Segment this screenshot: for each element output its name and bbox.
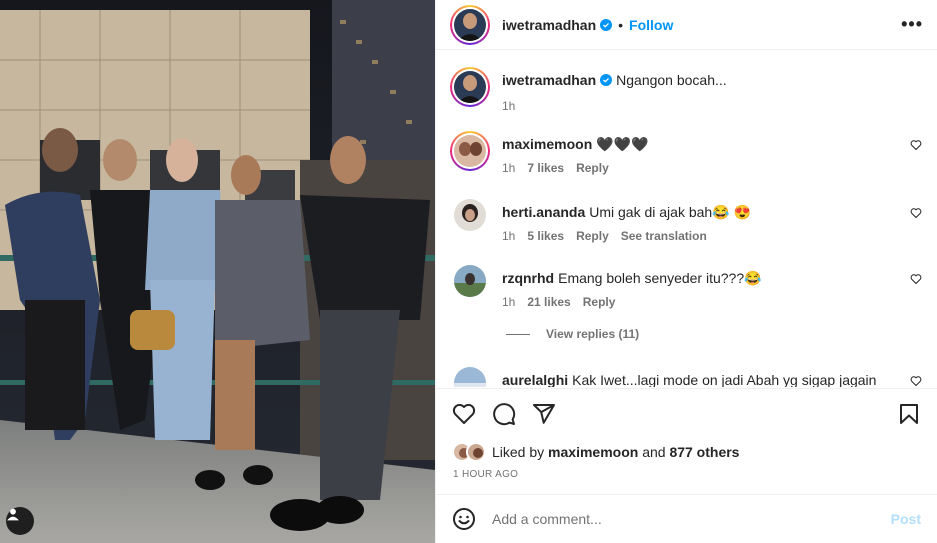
comment-username[interactable]: maximemoon bbox=[502, 136, 592, 152]
comment-icon[interactable] bbox=[492, 402, 516, 426]
reply-button[interactable]: Reply bbox=[576, 161, 609, 175]
comment-avatar[interactable] bbox=[454, 367, 486, 387]
comment-avatar[interactable] bbox=[454, 265, 486, 297]
comment-text: 🖤🖤🖤 bbox=[596, 136, 649, 152]
view-replies-label: View replies (11) bbox=[546, 327, 640, 341]
comment-time[interactable]: 1h bbox=[502, 295, 515, 309]
comment-like-icon[interactable] bbox=[910, 207, 922, 219]
liked-by-user[interactable]: maximemoon bbox=[548, 444, 638, 460]
post-timestamp[interactable]: 1 HOUR AGO bbox=[453, 469, 518, 480]
liked-by-others[interactable]: 877 others bbox=[669, 444, 739, 460]
more-icon[interactable]: ••• bbox=[901, 14, 923, 35]
verified-icon bbox=[600, 18, 613, 31]
comment-row: rzqnrhd Emang boleh senyeder itu???😂 1h 21… bbox=[450, 265, 922, 309]
user-tag-icon bbox=[7, 508, 19, 521]
comment-likes[interactable]: 7 likes bbox=[527, 161, 564, 175]
separator-dot: • bbox=[618, 16, 624, 33]
comment-username[interactable]: aurelalghi bbox=[502, 372, 568, 387]
comment-time[interactable]: 1h bbox=[502, 229, 515, 243]
comment-like-icon[interactable] bbox=[910, 375, 922, 387]
reply-button[interactable]: Reply bbox=[583, 295, 616, 309]
comment-input[interactable] bbox=[492, 511, 891, 527]
caption-text: Ngangon bocah... bbox=[616, 72, 727, 88]
caption-time[interactable]: 1h bbox=[502, 99, 515, 113]
post-sidebar: iwetramadhan • Follow ••• iwetramadhan Ng… bbox=[435, 0, 937, 543]
emoji-icon[interactable] bbox=[452, 507, 476, 531]
post-photo[interactable] bbox=[0, 0, 435, 543]
post-button[interactable]: Post bbox=[891, 511, 921, 527]
likes-summary: Liked by maximemoon and 877 others bbox=[452, 442, 739, 462]
action-bar bbox=[436, 388, 937, 438]
caption-username[interactable]: iwetramadhan bbox=[502, 72, 596, 88]
comment-text: Emang boleh senyeder itu???😂 bbox=[558, 270, 762, 286]
see-translation-button[interactable]: See translation bbox=[621, 229, 707, 243]
user-tag-button[interactable] bbox=[6, 507, 34, 535]
author-avatar[interactable] bbox=[450, 4, 490, 45]
post-header: iwetramadhan • Follow ••• bbox=[436, 0, 937, 50]
reply-button[interactable]: Reply bbox=[576, 229, 609, 243]
comment-avatar[interactable] bbox=[454, 199, 486, 231]
post-modal: iwetramadhan • Follow ••• iwetramadhan Ng… bbox=[0, 0, 937, 543]
liker-avatar bbox=[466, 442, 486, 462]
comment-likes[interactable]: 21 likes bbox=[527, 295, 570, 309]
liked-by-prefix: Liked by bbox=[492, 444, 545, 460]
caption-row: iwetramadhan Ngangon bocah... 1h bbox=[450, 67, 922, 113]
heart-icon[interactable] bbox=[452, 402, 476, 426]
liked-by-and: and bbox=[642, 444, 666, 460]
comment-like-icon[interactable] bbox=[910, 273, 922, 285]
comment-row: maximemoon 🖤🖤🖤 1h 7 likes Reply bbox=[450, 131, 922, 175]
comment-text: Umi gak di ajak bah😂 😍 bbox=[589, 204, 751, 220]
comment-text: Kak Iwet...lagi mode on jadi Abah yg sig… bbox=[572, 372, 877, 387]
comment-username[interactable]: herti.ananda bbox=[502, 204, 585, 220]
comment-like-icon[interactable] bbox=[910, 139, 922, 151]
photo-image bbox=[0, 0, 435, 543]
share-icon[interactable] bbox=[532, 402, 556, 426]
verified-icon bbox=[600, 74, 613, 86]
comment-time[interactable]: 1h bbox=[502, 161, 515, 175]
comment-avatar[interactable] bbox=[450, 131, 490, 171]
author-username[interactable]: iwetramadhan bbox=[502, 17, 596, 33]
view-replies-line bbox=[506, 333, 530, 335]
comment-username[interactable]: rzqnrhd bbox=[502, 270, 554, 286]
bookmark-icon[interactable] bbox=[897, 402, 921, 426]
follow-button[interactable]: Follow bbox=[629, 17, 673, 33]
caption-avatar[interactable] bbox=[450, 67, 490, 107]
add-comment-bar: Post bbox=[436, 494, 937, 543]
comment-likes[interactable]: 5 likes bbox=[527, 229, 564, 243]
comment-row: aurelalghi Kak Iwet...lagi mode on jadi A… bbox=[450, 367, 922, 387]
comments-list[interactable]: iwetramadhan Ngangon bocah... 1h maximemo… bbox=[436, 51, 937, 387]
view-replies-button[interactable]: View replies (11) bbox=[506, 327, 639, 341]
comment-row: herti.ananda Umi gak di ajak bah😂 😍 1h 5 l… bbox=[450, 199, 922, 243]
